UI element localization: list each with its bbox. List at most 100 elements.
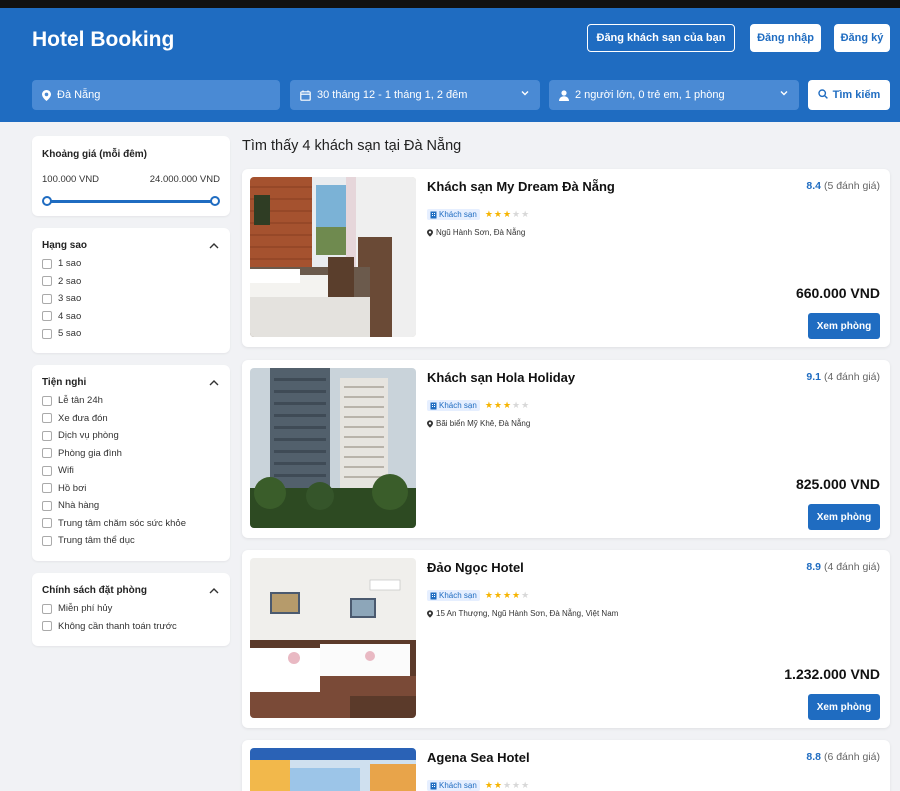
amenity-option[interactable]: Lễ tân 24h [42,392,220,410]
address-text: Ngũ Hành Sơn, Đà Nẵng [436,228,526,237]
register-hotel-button[interactable]: Đăng khách sạn của bạn [587,24,735,52]
star-option[interactable]: 3 sao [42,290,220,308]
signup-button[interactable]: Đăng ký [834,24,890,52]
type-label: Khách sạn [439,210,477,219]
date-range-picker[interactable]: 30 tháng 12 - 1 tháng 1, 2 đêm [290,80,540,110]
hotel-name[interactable]: Agena Sea Hotel [427,750,530,765]
checkbox[interactable] [42,448,52,459]
amenity-option[interactable]: Xe đưa đón [42,410,220,428]
building-icon [430,782,437,789]
option-label: Trung tâm thể dục [58,535,135,547]
hotel-card[interactable]: Agena Sea Hotel 8.8 (6 đánh giá) Khách s… [242,740,890,791]
type-label: Khách sạn [439,401,477,410]
policy-filter-title: Chính sách đặt phòng [42,585,147,596]
amenity-option[interactable]: Trung tâm thể dục [42,532,220,550]
header: Hotel Booking Đăng khách sạn của bạn Đăn… [0,8,900,122]
star-option[interactable]: 5 sao [42,325,220,343]
guests-selector[interactable]: 2 người lớn, 0 trẻ em, 1 phòng [549,80,799,110]
chevron-down-icon [520,88,530,101]
hotel-card[interactable]: Khách sạn My Dream Đà Nẵng 8.4 (5 đánh g… [242,169,890,347]
hotel-card[interactable]: Khách sạn Hola Holiday 9.1 (4 đánh giá) … [242,360,890,538]
star-option[interactable]: 2 sao [42,273,220,291]
amenity-option[interactable]: Trung tâm chăm sóc sức khỏe [42,515,220,533]
checkbox[interactable] [42,465,52,476]
type-label: Khách sạn [439,781,477,790]
type-badge: Khách sạn [427,209,480,220]
hotel-photo[interactable] [250,558,416,718]
hotel-photo[interactable] [250,368,416,528]
checkbox[interactable] [42,276,52,287]
checkbox[interactable] [42,328,52,339]
hotel-name[interactable]: Khách sạn Hola Holiday [427,370,575,385]
option-label: 4 sao [58,310,82,322]
search-button[interactable]: Tìm kiếm [808,80,890,110]
chevron-up-icon[interactable] [208,586,220,596]
hotel-photo[interactable] [250,177,416,337]
checkbox[interactable] [42,518,52,529]
guests-value: 2 người lớn, 0 trẻ em, 1 phòng [575,89,725,101]
search-button-label: Tìm kiếm [832,89,881,101]
checkbox[interactable] [42,535,52,546]
policy-option[interactable]: Không cần thanh toán trước [42,618,220,636]
view-rooms-button[interactable]: Xem phòng [808,694,880,720]
map-pin-icon [427,228,433,237]
map-pin-icon [427,609,433,618]
hotel-rating: 8.8 (6 đánh giá) [806,751,880,763]
option-label: 2 sao [58,275,82,287]
hotel-price: 825.000 VND [795,476,880,492]
checkbox[interactable] [42,483,52,494]
option-label: Lễ tân 24h [58,395,103,407]
option-label: Không cần thanh toán trước [58,620,177,632]
hotel-rating: 9.1 (4 đánh giá) [806,371,880,383]
star-filter-panel: Hạng sao 1 sao 2 sao 3 sao 4 sao 5 sao [32,228,230,353]
checkbox[interactable] [42,430,52,441]
hotel-name[interactable]: Khách sạn My Dream Đà Nẵng [427,179,615,194]
amenity-option[interactable]: Wifi [42,462,220,480]
checkbox[interactable] [42,621,52,632]
rating-score: 9.1 [806,371,822,383]
checkbox[interactable] [42,311,52,322]
view-rooms-button[interactable]: Xem phòng [808,504,880,530]
hotel-name[interactable]: Đảo Ngọc Hotel [427,560,524,575]
policy-option[interactable]: Miễn phí hủy [42,600,220,618]
chevron-up-icon[interactable] [208,378,220,388]
checkbox[interactable] [42,603,52,614]
review-count: (6 đánh giá) [823,751,880,763]
hotel-rating: 8.9 (4 đánh giá) [806,561,880,573]
hotel-photo[interactable] [250,748,416,791]
star-option[interactable]: 4 sao [42,308,220,326]
search-icon [817,88,828,102]
login-button[interactable]: Đăng nhập [750,24,821,52]
location-input[interactable]: Đà Nẵng [32,80,280,110]
amenity-option[interactable]: Phòng gia đình [42,445,220,463]
checkbox[interactable] [42,293,52,304]
amenity-option[interactable]: Dịch vụ phòng [42,427,220,445]
checkbox[interactable] [42,258,52,269]
option-label: Nhà hàng [58,500,100,512]
checkbox[interactable] [42,395,52,406]
slider-max-handle[interactable] [210,196,220,206]
review-count: (5 đánh giá) [823,180,880,192]
option-label: Xe đưa đón [58,412,108,424]
option-label: Hồ bơi [58,482,87,494]
view-rooms-button[interactable]: Xem phòng [808,313,880,339]
window-top-bar [0,0,900,8]
checkbox[interactable] [42,413,52,424]
address-text: 15 An Thượng, Ngũ Hành Sơn, Đà Nẵng, Việ… [436,609,619,618]
checkbox[interactable] [42,500,52,511]
amenity-option[interactable]: Nhà hàng [42,497,220,515]
amenity-option[interactable]: Hồ bơi [42,480,220,498]
star-rating: ★★★★★ [484,590,531,600]
brand-logo[interactable]: Hotel Booking [32,28,174,52]
hotel-card[interactable]: Đảo Ngọc Hotel 8.9 (4 đánh giá) Khách sạ… [242,550,890,728]
price-range-slider[interactable] [42,195,220,207]
type-badge: Khách sạn [427,590,480,601]
slider-min-handle[interactable] [42,196,52,206]
chevron-up-icon[interactable] [208,241,220,251]
star-option[interactable]: 1 sao [42,255,220,273]
star-rating: ★★★★★ [484,209,531,219]
location-value: Đà Nẵng [57,89,101,101]
hotel-rating: 8.4 (5 đánh giá) [806,180,880,192]
hotel-price: 1.232.000 VND [784,666,880,682]
map-pin-icon [427,419,433,428]
